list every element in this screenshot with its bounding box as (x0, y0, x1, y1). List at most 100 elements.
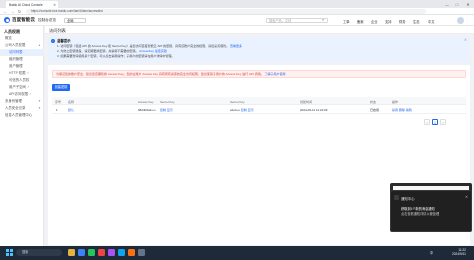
avatar[interactable] (457, 16, 464, 24)
disable-key-link[interactable]: 禁用 (392, 108, 398, 112)
editor-app-icon[interactable] (108, 249, 115, 256)
logo-text: 百度智能云 (12, 17, 35, 22)
column-header-secret-key: Secret Key (160, 99, 175, 104)
column-header-name: 名称 (68, 99, 75, 104)
search-icon[interactable]: ⌕ (322, 18, 324, 22)
notice-line-1-text: 1. 访问密钥（包括 API 的 Access Key 和 Secret Key… (57, 44, 230, 48)
browser-icon[interactable] (78, 249, 85, 256)
sidebar-item-label: 人员安全记录 (5, 106, 26, 110)
notice-best-practice-link[interactable]: AccessKey 最佳实践 (139, 49, 167, 53)
notice-line-1: 1. 访问密钥（包括 API 的 Access Key 和 Secret Key… (57, 44, 242, 48)
sidebar-item-security-records[interactable]: 人员安全记录 ▼ (0, 105, 44, 112)
column-header-status: 状态 (370, 99, 377, 104)
nav-tickets[interactable]: 工单 (343, 19, 350, 24)
nav-finance[interactable]: 财务 (399, 19, 406, 24)
row-secret-key-value: a1ef•••• (230, 108, 241, 112)
notice-line-2: 2. 为防止密钥泄露，请定期更换密钥，并禁用不需要的密钥。 AccessKey … (57, 49, 167, 53)
sidebar-item-http-permissions[interactable]: HTTP 权限↗ (0, 70, 44, 77)
cloud-logo-icon (4, 17, 10, 23)
logo[interactable]: 百度智能云 (4, 17, 35, 23)
warning-link[interactable]: 了解子用户使用 (265, 72, 286, 76)
nav-filing[interactable]: 备案 (357, 19, 364, 24)
show-secret-key-link[interactable]: 显示 (248, 108, 254, 112)
content-header (45, 26, 474, 34)
show-access-key-link[interactable]: 显示 (167, 108, 173, 112)
toast-close-icon[interactable]: ✕ (465, 195, 468, 199)
notice-more-link[interactable]: 查看更多 (230, 44, 242, 48)
settings-app-icon[interactable] (138, 249, 145, 256)
nav-ecosystem[interactable]: 生态 (413, 19, 420, 24)
sidebar-item-org-management[interactable]: 组织管理 (0, 56, 44, 63)
browser-tab[interactable]: Baidu AI Cloud Console ✕ (6, 1, 58, 8)
sidebar-item-label: HTTP 权限 (9, 71, 26, 75)
notice-line-2-text: 2. 为防止密钥泄露，请定期更换密钥，并禁用不需要的密钥。 (57, 49, 139, 53)
row-created: 2024-09-11 11:22:09 (300, 108, 328, 112)
sidebar-item-company-permissions[interactable]: 公司人员权限 ▲ (0, 42, 44, 49)
column-header-created: 创建时间 (300, 99, 313, 104)
reload-icon[interactable]: ↻ (17, 9, 22, 14)
file-explorer-icon[interactable] (68, 249, 75, 256)
chat-app-icon[interactable] (88, 249, 95, 256)
back-icon[interactable]: ← (3, 9, 8, 14)
sidebar-item-label: 公司人员权限 (5, 43, 26, 47)
search-input[interactable]: 搜索产品、文档 (266, 17, 328, 23)
taskbar-search[interactable]: 搜索 (16, 249, 62, 256)
pagination-next-button[interactable]: › (440, 119, 446, 125)
media-app-icon[interactable] (98, 249, 105, 256)
row-name-link[interactable]: 默认 (68, 108, 74, 112)
sidebar-item-trusted-permissions[interactable]: 可信的人员权 (0, 77, 44, 84)
sidebar-item-user-management[interactable]: 用户管理 (0, 63, 44, 70)
chevron-down-icon: ▼ (38, 106, 41, 110)
sidebar-item-label: 访问列表 (9, 50, 23, 54)
sidebar-item-overview[interactable]: 概览 (0, 35, 44, 42)
create-key-button[interactable]: 创建密钥 (52, 84, 70, 91)
copy-secret-key-link[interactable]: 复制 (241, 108, 247, 112)
sidebar-item-access-list[interactable]: 访问列表 (0, 49, 44, 56)
console-overview-link[interactable]: 控制台总览 (38, 18, 56, 23)
maximize-button[interactable]: □ (452, 0, 462, 8)
store-app-icon[interactable] (128, 249, 135, 256)
nav-enterprise[interactable]: 企业 (371, 19, 378, 24)
region-selector[interactable]: 全局 (64, 17, 86, 23)
delete-key-link[interactable]: 删除 (399, 108, 405, 112)
app-icon (394, 195, 399, 200)
sidebar-item-multi-identity[interactable]: 多身份管理 ▼ (0, 98, 44, 105)
column-header-access-key: Access Key (138, 99, 154, 104)
sidebar-item-info-center[interactable]: 信息人员管理中心 (0, 112, 44, 119)
clock-date: 2024/9/11 (452, 252, 466, 257)
sidebar-item-label: API访问权限 (9, 92, 29, 96)
row-operations: 禁用 删除 编辑 (392, 108, 412, 112)
mail-app-icon[interactable] (118, 249, 125, 256)
start-icon[interactable] (6, 249, 13, 256)
sidebar-item-label: 组织管理 (9, 57, 23, 61)
close-window-button[interactable]: ✕ (463, 0, 473, 8)
notice-line-3: 3. 如果需要暂停使用某个密钥，可以点击禁用操作；子用户的密钥请在用户详情中管理… (57, 54, 175, 58)
sidebar-item-label: 用户管理 (9, 64, 23, 68)
nav-support[interactable]: 支持 (385, 19, 392, 24)
sidebar-item-api-access[interactable]: API访问权限↗ (0, 91, 44, 98)
sidebar-item-user-subspace[interactable]: 用户子空间↗ (0, 84, 44, 91)
column-header-index: 序号 (55, 99, 62, 104)
browser-tab-title: Baidu AI Cloud Console (9, 2, 43, 7)
warning-text: 为保证您的账户安全，建议您定期轮换 Access Key。您的主账户 Acces… (56, 72, 264, 76)
url-field[interactable]: https://console.bce.baidu.com/iam/#/iam/… (26, 9, 426, 14)
input-method-indicator[interactable]: 中 (430, 250, 433, 255)
pagination-prev-button[interactable]: ‹ (424, 119, 430, 125)
copy-access-key-link[interactable]: 复制 (160, 108, 166, 112)
info-icon: i (51, 38, 55, 43)
browser-tab-bar (0, 0, 474, 8)
sidebar-item-label: 多身份管理 (5, 99, 22, 103)
column-header-secret-key-2: Secret Key (230, 99, 245, 104)
status-badge: 已启用 (370, 108, 380, 112)
pagination-current-page[interactable]: 1 (432, 119, 438, 125)
column-header-actions: 操作 (392, 99, 399, 104)
nav-language[interactable]: 中文 (428, 19, 435, 24)
sidebar-item-label: 用户子空间 (9, 85, 26, 89)
sidebar-item-label: 概览 (5, 36, 12, 40)
taskbar-clock[interactable]: 11:22 2024/9/11 (452, 248, 466, 256)
close-icon[interactable]: ✕ (464, 38, 467, 42)
edit-key-link[interactable]: 编辑 (406, 108, 412, 112)
forward-icon[interactable]: → (10, 9, 15, 14)
tab-close-icon[interactable]: ✕ (53, 3, 56, 7)
minimize-button[interactable]: — (442, 0, 452, 8)
